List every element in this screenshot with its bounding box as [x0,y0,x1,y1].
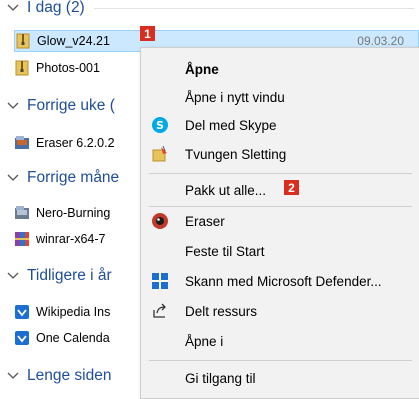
menu-item-label: Gi tilgang til [185,370,256,386]
menu-item-label: Åpne [185,61,219,77]
group-label: I dag (2) [27,0,85,16]
menu-item-label: Skann med Microsoft Defender... [185,273,382,289]
chevron-down-icon [7,102,19,109]
menu-item-label: Del med Skype [185,117,277,133]
menu-item-label: Eraser [185,213,225,229]
menu-item-label: Åpne i [185,333,224,349]
file-name: Wikipedia Ins [36,305,111,319]
installer-icon [14,205,30,221]
menu-item-label: Delt ressurs [185,303,258,319]
chevron-down-icon [7,174,19,181]
menu-item-pin-to-start[interactable]: Feste til Start [141,237,419,265]
chevron-down-icon [7,372,19,379]
menu-item-label: Feste til Start [185,243,265,259]
menu-item-share-skype[interactable]: S Del med Skype [141,111,419,139]
context-menu: Åpne Åpne i nytt vindu S Del med Skype T… [140,47,419,399]
menu-item-force-delete[interactable]: Tvungen Sletting [141,140,419,168]
eraser-icon [151,212,169,230]
menu-item-label: Åpne i nytt vindu [185,89,285,105]
share-icon [151,302,169,320]
menu-separator [149,360,412,361]
skype-icon: S [151,116,169,134]
file-name: Nero-Burning [36,206,111,220]
file-name: One Calenda [36,331,110,345]
menu-item-scan-defender[interactable]: Skann med Microsoft Defender... [141,267,419,295]
zip-folder-icon [14,60,30,76]
menu-separator [149,173,412,174]
group-header-last-week[interactable]: Forrige uke ( [6,94,115,118]
menu-item-extract-all[interactable]: Pakk ut alle... [141,176,419,204]
group-header-today[interactable]: I dag (2) [6,0,85,20]
store-app-icon [14,304,30,320]
store-app-icon [14,330,30,346]
group-label: Lenge siden [27,367,112,384]
file-name: Glow_v24.21 [37,34,110,48]
menu-item-label: Pakk ut alle... [185,182,267,198]
file-date: 09.03.20 [357,34,404,48]
menu-item-label: Tvungen Sletting [185,146,287,162]
menu-item-open[interactable]: Åpne [141,55,419,83]
menu-item-open-with[interactable]: Åpne i [141,327,419,355]
force-delete-icon [151,145,169,163]
menu-item-give-access[interactable]: Gi tilgang til [141,364,419,392]
menu-item-share[interactable]: Delt ressurs [141,297,419,325]
group-header-last-month[interactable]: Forrige måne [6,166,119,190]
defender-icon [151,272,169,290]
group-label: Tidligere i år [27,267,112,284]
group-header-earlier-this-year[interactable]: Tidligere i år [6,264,112,288]
installer-icon [14,135,30,151]
chevron-down-icon [7,272,19,279]
file-name: winrar-x64-7 [36,232,106,246]
step-marker-1: 1 [140,26,155,41]
group-header-long-ago[interactable]: Lenge siden [6,364,111,388]
svg-text:S: S [156,119,164,132]
group-label: Forrige uke ( [27,97,115,114]
step-marker-2: 2 [284,180,299,195]
group-divider [94,8,414,9]
file-name: Photos-001 [36,61,100,75]
chevron-down-icon [7,4,19,11]
zip-folder-icon [15,33,31,49]
group-label: Forrige måne [27,169,120,186]
file-name: Eraser 6.2.0.2 [36,136,115,150]
winrar-icon [14,231,30,247]
menu-item-open-new-window[interactable]: Åpne i nytt vindu [141,83,419,111]
menu-item-eraser[interactable]: Eraser [141,207,419,235]
